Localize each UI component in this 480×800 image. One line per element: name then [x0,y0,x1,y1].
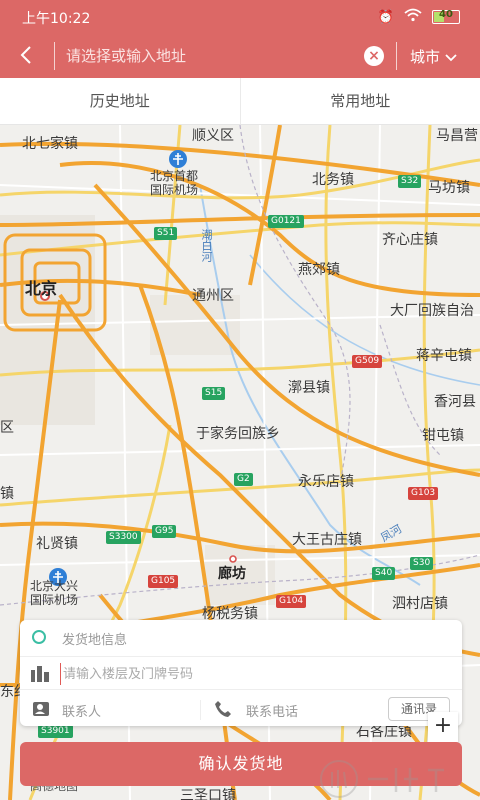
map-label: 钳屯镇 [422,428,464,444]
phone-icon [215,701,231,717]
map-label: 香河县 [434,394,476,410]
map-label: 大厂回族自治 [390,303,474,319]
watermark-logo [320,760,444,798]
road-tag: S3300 [106,531,141,544]
map-label: 三圣口镇 [180,788,236,800]
contact-row: 联系人 联系电话 通讯录 [20,692,462,726]
map-label: 泗村店镇 [392,596,448,612]
zoom-in-button[interactable]: + [428,712,458,742]
road-tag: G105 [148,575,179,588]
clear-icon[interactable]: × [364,46,384,66]
road-tag: S30 [410,557,434,570]
contact-card-icon [33,702,49,716]
road-tag: S51 [154,227,178,240]
tab-history[interactable]: 历史地址 [0,78,240,124]
road-tag: S3901 [38,725,73,738]
map-label: 北七家镇 [22,136,78,152]
map-label: 顺义区 [192,128,234,144]
map-label-city: 北京 [25,279,58,298]
map-label: 镇 [0,486,14,502]
map-label-airport: 北京首都 国际机场 [150,169,199,197]
floor-number-input[interactable] [60,663,440,685]
map-label: 通州区 [192,288,234,304]
status-bar: 上午10:22 ⏰ 40 [0,0,480,34]
map-label: 区 [0,420,14,436]
map-label: 燕郊镇 [298,262,340,278]
road-tag: G104 [276,595,307,608]
map-label: 于家务回族乡 [196,426,280,442]
map-label-city: 廊坊 [218,566,246,582]
map-label: 北务镇 [312,172,354,188]
city-selector[interactable]: 城市 [410,46,458,67]
road-tag: S40 [372,567,396,580]
chevron-down-icon [445,53,457,61]
road-tag: G0121 [268,215,304,228]
contact-name-field[interactable]: 联系人 [62,701,101,720]
alarm-icon: ⏰ [377,9,394,25]
location-circle-icon [32,630,46,644]
map-label: 蒋辛屯镇 [416,348,472,364]
building-icon [31,666,49,682]
floor-row [20,656,462,690]
city-label: 城市 [410,48,441,66]
road-tag: S32 [398,175,422,188]
address-tabs: 历史地址 常用地址 [0,78,480,125]
origin-info-row[interactable]: 发货地信息 [20,620,462,654]
origin-info-label: 发货地信息 [62,633,128,648]
map-label: 马昌营 [436,128,478,144]
address-search-input[interactable] [66,41,356,71]
map-label: 漷县镇 [288,380,330,396]
wifi-icon [404,8,422,26]
map-label: 礼贤镇 [36,536,78,552]
map-label-river: 潮白河 [200,229,213,262]
map-label: 马坊镇 [428,180,470,196]
status-time: 上午10:22 [22,11,91,27]
search-header: × 城市 [0,34,480,78]
road-tag: G509 [352,355,383,368]
tab-frequent[interactable]: 常用地址 [239,78,480,124]
contact-phone-field[interactable]: 联系电话 [246,701,298,720]
map-label: 大王古庄镇 [292,532,362,548]
map-label: 齐心庄镇 [382,232,438,248]
map-label: 永乐店镇 [298,474,354,490]
road-tag: S15 [202,387,226,400]
chevron-left-icon [20,46,31,64]
battery-icon: 40 [432,9,460,24]
road-tag: G103 [408,487,439,500]
back-button[interactable] [14,42,40,68]
road-tag: G2 [234,473,253,486]
road-tag: G95 [152,525,177,538]
map-label-airport: 北京大兴 国际机场 [30,579,79,607]
origin-form-card: 发货地信息 联系人 联系电话 通讯录 [20,620,462,726]
